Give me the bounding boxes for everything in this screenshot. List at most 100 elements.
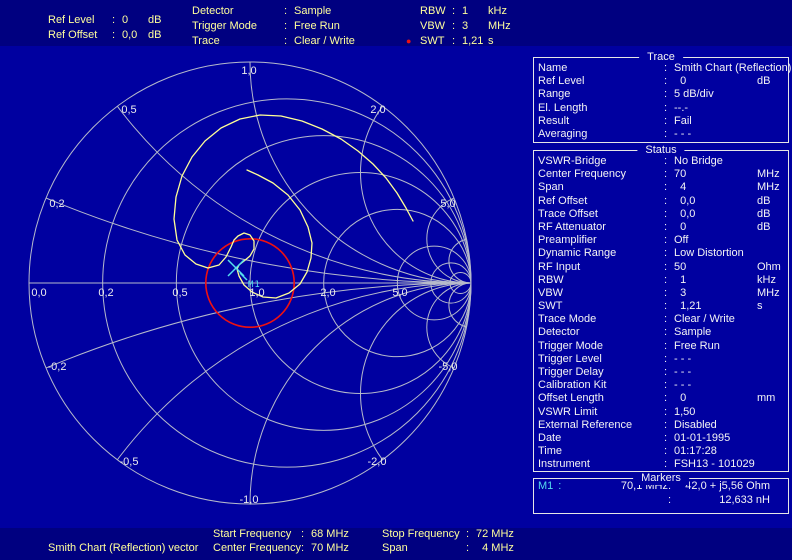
colon: : — [664, 300, 674, 313]
header-label: Detector — [192, 4, 284, 19]
header-unit: s — [488, 34, 511, 49]
header-bandwidth-settings: RBW : 1 kHz VBW : 3 MHz ● SWT : 1,21 s — [406, 4, 511, 49]
header-unit: dB — [148, 28, 161, 43]
header-label: Trace — [192, 34, 284, 49]
row-value: --.- — [674, 102, 788, 115]
header-unit: MHz — [488, 19, 511, 34]
colon: : — [664, 379, 674, 392]
header-trace-settings: Detector : Sample Trigger Mode : Free Ru… — [192, 4, 355, 49]
row-label: RF Input — [538, 261, 664, 274]
status-panel-row: Date : 01-01-1995 — [534, 432, 788, 445]
row-value: Low Distortion — [674, 247, 788, 260]
trace-panel-row: Name : Smith Chart (Reflection) — [534, 62, 788, 75]
row-label: RBW — [538, 274, 664, 287]
marker-name: M1 : — [538, 479, 584, 493]
colon: : — [452, 34, 462, 49]
status-panel-row: Trace Mode : Clear / Write — [534, 313, 788, 326]
row-label: El. Length — [538, 102, 664, 115]
colon: : — [664, 353, 674, 366]
footer-row: Center Frequency : 70 MHz — [213, 541, 349, 555]
footer-label: Start Frequency — [213, 527, 301, 541]
status-panel-row: VBW : 3 MHz — [534, 287, 788, 300]
colon: : — [664, 88, 674, 101]
colon: : — [664, 247, 674, 260]
markers-panel: Markers M1 : 70,1 MHz : 42,0 + j5,56 Ohm… — [533, 478, 789, 514]
colon: : — [664, 313, 674, 326]
status-panel-row: Ref Offset : 0,0 dB — [534, 195, 788, 208]
header-row: Detector : Sample — [192, 4, 355, 19]
row-label: Trace Offset — [538, 208, 664, 221]
row-label: Trigger Delay — [538, 366, 664, 379]
footer-value: 68 MHz — [311, 527, 349, 541]
header-row: Ref Level : 0 dB — [48, 13, 161, 28]
sweep-active-dot-icon: ● — [406, 34, 420, 49]
row-label: Ref Offset — [538, 195, 664, 208]
header-label: Ref Level — [48, 13, 112, 28]
row-label: Ref Level — [538, 75, 664, 88]
status-panel-row: Trigger Mode : Free Run — [534, 340, 788, 353]
row-value: 01-01-1995 — [674, 432, 788, 445]
row-label: Time — [538, 445, 664, 458]
row-label: Dynamic Range — [538, 247, 664, 260]
grid-value-label: 0,2 — [98, 287, 113, 299]
status-panel-row: Trace Offset : 0,0 dB — [534, 208, 788, 221]
row-label: External Reference — [538, 419, 664, 432]
row-value: 1,21 — [674, 300, 788, 313]
header-row: Trace : Clear / Write — [192, 34, 355, 49]
footer-frequency-right: Stop Frequency : 72 MHz Span : 4 MHz — [382, 527, 514, 555]
row-value: Fail — [674, 115, 788, 128]
header-row: Ref Offset : 0,0 dB — [48, 28, 161, 43]
status-panel-row: Offset Length : 0 mm — [534, 392, 788, 405]
status-panel: Status VSWR-Bridge : No Bridge Center Fr… — [533, 150, 789, 472]
colon: : — [664, 445, 674, 458]
footer-trace-label: Smith Chart (Reflection) vector — [48, 541, 198, 556]
row-value: - - - — [674, 128, 788, 141]
row-value: 1,50 — [674, 406, 788, 419]
colon: : — [664, 326, 674, 339]
trace-panel: Trace Name : Smith Chart (Reflection) Re… — [533, 57, 789, 143]
marker-row: : 12,633 nH — [534, 493, 788, 507]
colon: : — [301, 541, 311, 555]
header-row: ● SWT : 1,21 s — [406, 34, 511, 49]
header-ref-levels: Ref Level : 0 dB Ref Offset : 0,0 dB — [48, 13, 161, 43]
row-label: Result — [538, 115, 664, 128]
colon: : — [668, 493, 678, 507]
trace-panel-row: Result : Fail — [534, 115, 788, 128]
colon: : — [112, 28, 122, 43]
row-value: FSH13 - 101029 — [674, 458, 788, 471]
colon: : — [301, 527, 311, 541]
header-label: RBW — [420, 4, 452, 19]
colon: : — [664, 340, 674, 353]
status-panel-row: VSWR Limit : 1,50 — [534, 406, 788, 419]
footer-value: 70 MHz — [311, 541, 349, 555]
status-panel-row: Instrument : FSH13 - 101029 — [534, 458, 788, 471]
marker-id: M1 — [538, 479, 553, 493]
colon: : — [284, 4, 294, 19]
colon: : — [664, 287, 674, 300]
row-label: Center Frequency — [538, 168, 664, 181]
colon: : — [664, 366, 674, 379]
row-value: No Bridge — [674, 155, 788, 168]
trace-panel-row: Averaging : - - - — [534, 128, 788, 141]
grid-value-label: -2,0 — [368, 456, 387, 468]
colon: : — [664, 261, 674, 274]
row-label: Averaging — [538, 128, 664, 141]
row-label: Trigger Level — [538, 353, 664, 366]
status-panel-row: RF Input : 50 Ohm — [534, 261, 788, 274]
footer-row: Span : 4 MHz — [382, 541, 514, 555]
row-unit: dB — [757, 221, 770, 234]
colon: : — [664, 419, 674, 432]
grid-value-label: 0,5 — [121, 104, 136, 116]
header-label: SWT — [420, 34, 452, 49]
status-panel-row: Detector : Sample — [534, 326, 788, 339]
header-row: RBW : 1 kHz — [406, 4, 511, 19]
trace-panel-row: Ref Level : 0 dB — [534, 75, 788, 88]
row-unit: MHz — [757, 168, 780, 181]
grid-value-label: 1,0 — [241, 65, 256, 77]
colon: : — [284, 19, 294, 34]
markers-panel-title: Markers — [633, 472, 689, 485]
grid-value-label: 1,0 — [249, 287, 264, 299]
row-value: - - - — [674, 353, 788, 366]
footer-value: 72 MHz — [476, 527, 514, 541]
row-value: 0 — [674, 75, 788, 88]
